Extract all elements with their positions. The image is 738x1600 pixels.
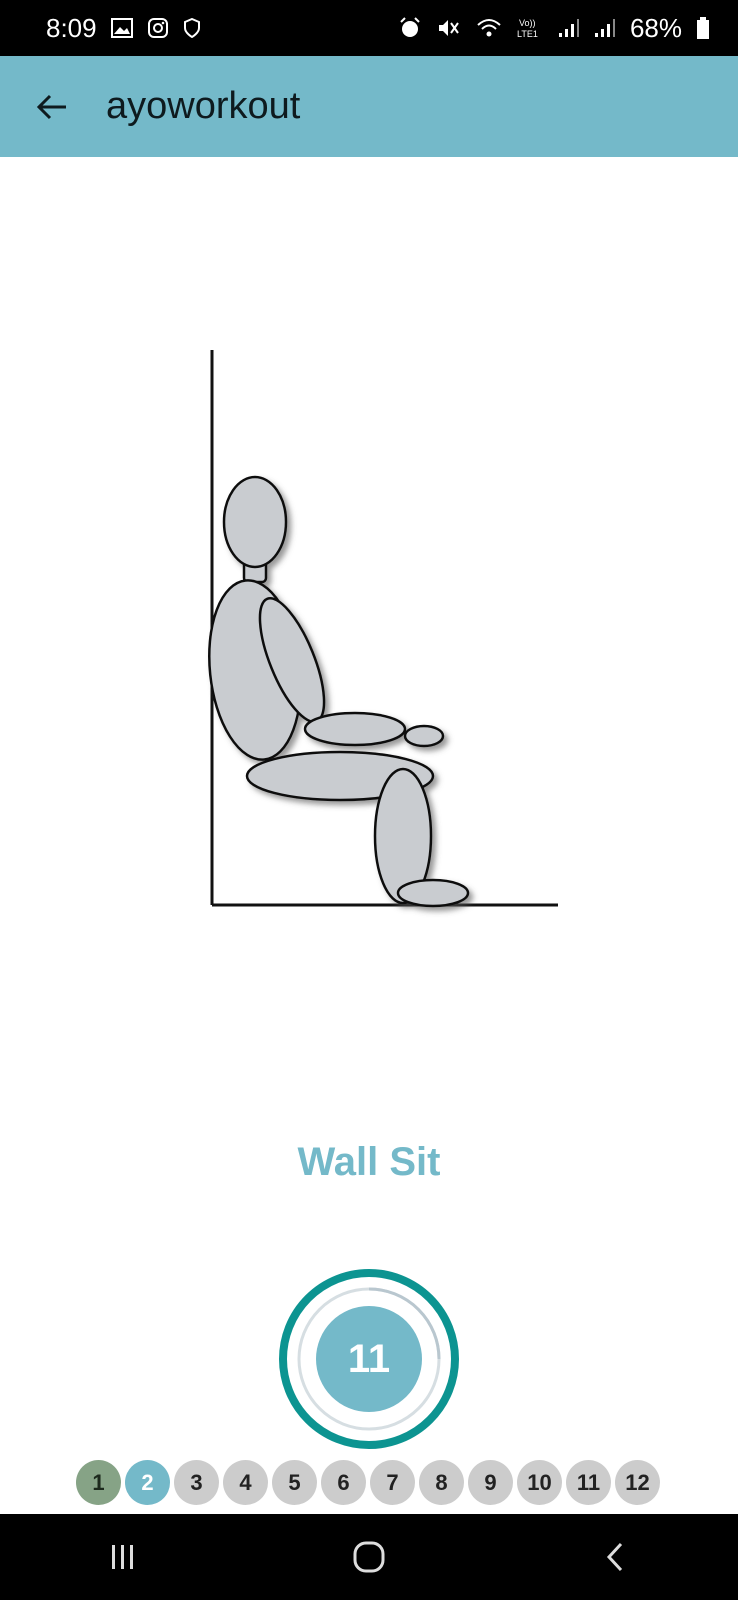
mute-icon bbox=[436, 17, 462, 39]
step-10[interactable]: 10 bbox=[517, 1460, 562, 1505]
step-7[interactable]: 7 bbox=[370, 1460, 415, 1505]
shield-icon bbox=[183, 18, 201, 38]
recent-apps-icon bbox=[112, 1545, 133, 1569]
step-12[interactable]: 12 bbox=[615, 1460, 660, 1505]
step-2[interactable]: 2 bbox=[125, 1460, 170, 1505]
app-bar: ayoworkout bbox=[0, 56, 738, 157]
instagram-icon bbox=[147, 17, 169, 39]
step-8[interactable]: 8 bbox=[419, 1460, 464, 1505]
battery-icon bbox=[696, 16, 710, 40]
arrow-left-icon bbox=[36, 94, 66, 119]
signal-icon bbox=[558, 18, 580, 38]
status-bar: 8:09 Vo)) LTE1 68% bbox=[0, 0, 738, 56]
step-6[interactable]: 6 bbox=[321, 1460, 366, 1505]
svg-text:Vo)): Vo)) bbox=[519, 18, 536, 28]
step-11[interactable]: 11 bbox=[566, 1460, 611, 1505]
system-back-button[interactable] bbox=[585, 1527, 645, 1587]
volte-icon: Vo)) LTE1 bbox=[516, 17, 544, 39]
wall-sit-illustration bbox=[208, 350, 558, 908]
recent-apps-button[interactable] bbox=[93, 1527, 153, 1587]
step-9[interactable]: 9 bbox=[468, 1460, 513, 1505]
back-button[interactable] bbox=[32, 87, 72, 127]
svg-text:LTE1: LTE1 bbox=[517, 29, 538, 39]
system-nav-bar bbox=[0, 1514, 738, 1600]
app-title: ayoworkout bbox=[106, 85, 301, 127]
exercise-name: Wall Sit bbox=[297, 1140, 441, 1184]
signal-icon bbox=[594, 18, 616, 38]
exercise-progress: 1 2 3 4 5 6 7 8 9 10 11 12 bbox=[76, 1460, 660, 1505]
alarm-icon bbox=[398, 16, 422, 40]
back-icon bbox=[606, 1542, 623, 1572]
wifi-icon bbox=[476, 17, 502, 39]
step-5[interactable]: 5 bbox=[272, 1460, 317, 1505]
step-3[interactable]: 3 bbox=[174, 1460, 219, 1505]
countdown-timer: 11 bbox=[276, 1266, 462, 1452]
timer-value: 11 bbox=[347, 1336, 391, 1381]
image-icon bbox=[110, 18, 133, 38]
home-icon bbox=[353, 1541, 385, 1573]
status-time: 8:09 bbox=[46, 12, 97, 43]
home-button[interactable] bbox=[339, 1527, 399, 1587]
step-1[interactable]: 1 bbox=[76, 1460, 121, 1505]
step-4[interactable]: 4 bbox=[223, 1460, 268, 1505]
battery-percent: 68% bbox=[629, 12, 682, 43]
